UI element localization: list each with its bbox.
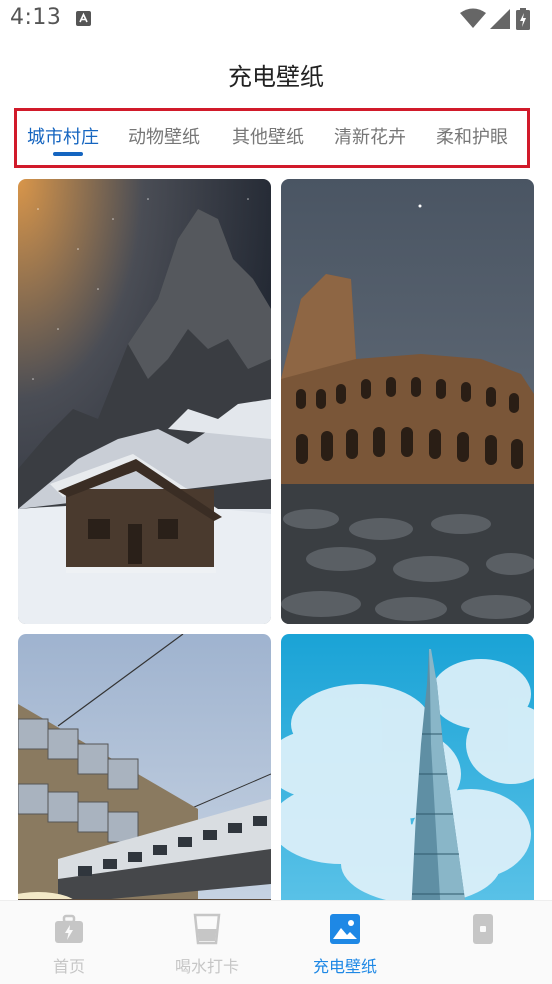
wallpaper-card-mountain-cabin[interactable] [18,179,271,624]
nav-item-phone[interactable] [414,901,552,984]
water-cup-icon [193,913,221,945]
wallpaper-image [18,634,271,900]
nav-item-water-checkin[interactable]: 喝水打卡 [138,901,276,984]
wallpaper-image [281,634,534,900]
home-bag-icon [55,914,83,943]
nav-item-charging-wallpaper[interactable]: 充电壁纸 [276,901,414,984]
wallpaper-image [18,179,271,624]
wallpaper-image [281,179,534,624]
wallpaper-grid [0,0,552,900]
phone-icon [473,914,493,944]
nav-label-home: 首页 [52,957,85,976]
image-icon [330,914,360,944]
wallpaper-card-train-building[interactable] [18,634,271,900]
nav-label-charging-wallpaper: 充电壁纸 [312,957,377,976]
nav-item-home[interactable]: 首页 [0,901,138,984]
bottom-navigation: 首页 喝水打卡 充电壁纸 [0,900,552,984]
wallpaper-card-tower-clouds[interactable] [281,634,534,900]
nav-label-water-checkin: 喝水打卡 [174,957,239,976]
wallpaper-card-colosseum[interactable] [281,179,534,624]
